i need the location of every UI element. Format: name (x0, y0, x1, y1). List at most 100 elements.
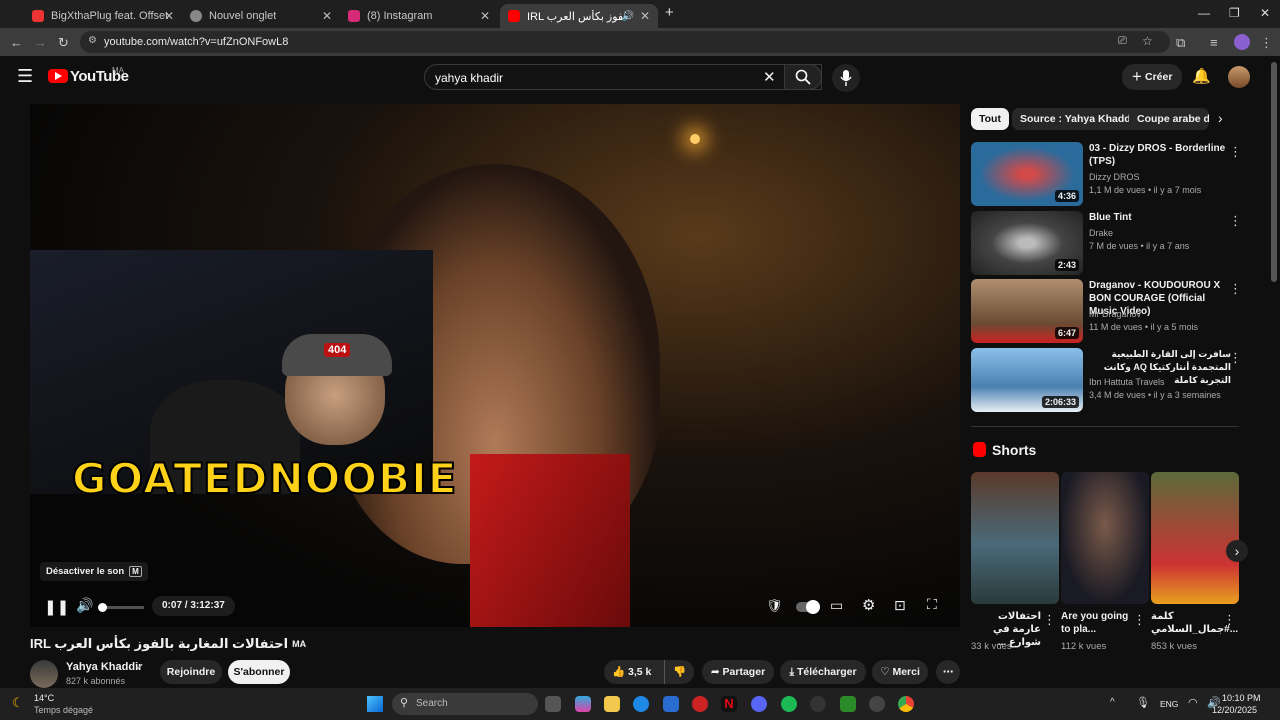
shorts-next-icon[interactable]: › (1226, 540, 1248, 562)
video-player[interactable]: 404 GOATEDNOOBIE Désactiver le son M ❚❚ … (30, 104, 960, 627)
edge-icon[interactable] (633, 696, 649, 712)
tab-bigxthaplug[interactable]: BigXthaPlug feat. Offset - Clim ✕ (24, 4, 182, 28)
app-icon[interactable] (692, 696, 708, 712)
video-thumbnail[interactable]: 6:47 (971, 279, 1083, 343)
microphone-icon[interactable]: 🎙 (1136, 696, 1150, 709)
voice-search-button[interactable] (832, 64, 860, 92)
video-channel[interactable]: Mr Draganov (1089, 309, 1141, 319)
copilot-icon[interactable] (575, 696, 591, 712)
hamburger-menu-icon[interactable]: ☰ (17, 66, 33, 87)
create-button[interactable]: ＋ Créer (1122, 64, 1182, 90)
like-button[interactable]: 👍 3,5 k (612, 660, 651, 684)
more-options-icon[interactable]: ⋮ (1133, 612, 1146, 628)
list-item[interactable]: 6:47 Draganov - KOUDOUROU X BON COURAGE … (971, 279, 1261, 343)
short-thumbnail[interactable] (1061, 472, 1149, 604)
close-icon[interactable]: ✕ (322, 9, 332, 23)
short-thumbnail[interactable] (1151, 472, 1239, 604)
short-title[interactable]: Are you going to pla... (1061, 610, 1131, 636)
video-channel[interactable]: Drake (1089, 228, 1113, 238)
channel-name[interactable]: Yahya Khaddir (66, 661, 142, 673)
chip-source[interactable]: Source : Yahya Khaddir (1012, 108, 1146, 130)
more-actions-button[interactable]: ⋯ (936, 660, 960, 684)
list-item[interactable]: 2:43 Blue Tint Drake 7 M de vues • il y … (971, 211, 1261, 275)
video-title[interactable]: 03 - Dizzy DROS - Borderline (TPS) (1089, 142, 1231, 168)
language-indicator[interactable]: ENG (1160, 699, 1178, 709)
volume-slider[interactable] (98, 603, 144, 612)
chip-all[interactable]: Tout (971, 108, 1009, 130)
close-icon[interactable]: ✕ (164, 9, 174, 23)
search-button[interactable] (784, 64, 822, 90)
video-thumbnail[interactable]: 2:43 (971, 211, 1083, 275)
site-info-icon[interactable]: ⚙ (88, 35, 97, 46)
audio-playing-icon[interactable]: 🔊 (622, 11, 634, 22)
tab-current-video[interactable]: IRL احتفالات المغاربة بالفوز بكأس العرب … (500, 4, 658, 28)
volume-knob[interactable] (98, 603, 107, 612)
download-button[interactable]: ⤓ Télécharger (780, 660, 866, 684)
back-icon[interactable]: ← (10, 35, 23, 50)
ad-block-shield-icon[interactable]: 🛡 (766, 598, 783, 614)
dislike-button[interactable]: 👎 (664, 660, 686, 684)
subscribe-button[interactable]: S'abonner (228, 660, 290, 684)
reload-icon[interactable]: ↻ (58, 35, 69, 51)
channel-avatar[interactable] (30, 660, 58, 688)
file-explorer-icon[interactable] (604, 696, 620, 712)
window-close-icon[interactable]: ✕ (1260, 6, 1270, 20)
video-title[interactable]: Blue Tint (1089, 211, 1231, 224)
more-options-icon[interactable]: ⋮ (1229, 281, 1242, 297)
taskbar-search-input[interactable]: ⚲ Search (392, 693, 538, 715)
tab-instagram[interactable]: (8) Instagram ✕ (340, 4, 498, 28)
video-channel[interactable]: Ibn Hattuta Travels (1089, 377, 1165, 387)
task-view-icon[interactable] (545, 696, 561, 712)
settings-gear-icon[interactable]: ⚙ (862, 596, 875, 614)
chips-next-icon[interactable]: › (1218, 110, 1223, 126)
profile-avatar-icon[interactable] (1234, 34, 1250, 50)
terminal-icon[interactable] (840, 696, 856, 712)
more-options-icon[interactable]: ⋮ (1229, 350, 1242, 366)
restore-icon[interactable]: ❐ (1229, 6, 1240, 20)
more-options-icon[interactable]: ⋮ (1229, 213, 1242, 229)
url-field[interactable]: ⚙ youtube.com/watch?v=ufZnONFowL8 ⎚ ☆ (80, 31, 1170, 53)
netflix-icon[interactable]: N (721, 696, 737, 712)
volume-icon[interactable]: 🔊 (76, 597, 93, 614)
subtitles-icon[interactable]: ▭ (830, 597, 843, 614)
tab-new[interactable]: Nouvel onglet ✕ (182, 4, 340, 28)
minimize-icon[interactable]: — (1198, 6, 1210, 20)
account-avatar[interactable] (1228, 66, 1250, 88)
extensions-icon[interactable]: ⧉ (1176, 35, 1185, 51)
list-item[interactable]: 2:06:33 سافرت إلى القارة الطبيعية المتجم… (971, 348, 1261, 412)
app-icon[interactable] (810, 696, 826, 712)
page-scrollbar[interactable] (1271, 62, 1277, 282)
short-thumbnail[interactable] (971, 472, 1059, 604)
bookmark-star-icon[interactable]: ☆ (1142, 34, 1153, 48)
video-thumbnail[interactable]: 2:06:33 (971, 348, 1083, 412)
close-icon[interactable]: ✕ (640, 9, 650, 23)
notifications-bell-icon[interactable]: 🔔 (1192, 67, 1211, 85)
chip-arab-cup[interactable]: Coupe arabe de (1129, 108, 1209, 130)
more-options-icon[interactable]: ⋮ (1043, 612, 1056, 628)
discord-icon[interactable] (751, 696, 767, 712)
video-channel[interactable]: Dizzy DROS (1089, 172, 1140, 182)
more-options-icon[interactable]: ⋮ (1229, 144, 1242, 160)
short-title[interactable]: كلمة #جمال_السلامي... (1151, 610, 1238, 636)
search-input[interactable]: yahya khadir ✕ (424, 64, 822, 90)
chrome-icon[interactable] (898, 696, 914, 712)
spotify-icon[interactable] (781, 696, 797, 712)
more-options-icon[interactable]: ⋮ (1223, 612, 1236, 628)
thanks-button[interactable]: ♡ Merci (872, 660, 928, 684)
clock-date[interactable]: 12/20/2025 (1212, 705, 1257, 715)
pause-icon[interactable]: ❚❚ (44, 598, 69, 616)
windows-start-icon[interactable] (367, 696, 383, 712)
list-item[interactable]: 4:36 03 - Dizzy DROS - Borderline (TPS) … (971, 142, 1261, 206)
share-button[interactable]: ➦ Partager (702, 660, 774, 684)
theater-mode-icon[interactable]: ⊡ (894, 597, 906, 614)
app-icon[interactable] (869, 696, 885, 712)
store-icon[interactable] (663, 696, 679, 712)
close-icon[interactable]: ✕ (480, 9, 490, 23)
join-button[interactable]: Rejoindre (160, 660, 222, 684)
cast-icon[interactable]: ⎚ (1118, 35, 1127, 48)
forward-icon[interactable]: → (34, 35, 47, 50)
youtube-logo-icon[interactable] (48, 69, 68, 83)
wifi-icon[interactable]: ◠ (1188, 696, 1198, 709)
media-control-icon[interactable]: ≡ (1210, 35, 1218, 50)
autoplay-toggle[interactable] (796, 600, 820, 614)
